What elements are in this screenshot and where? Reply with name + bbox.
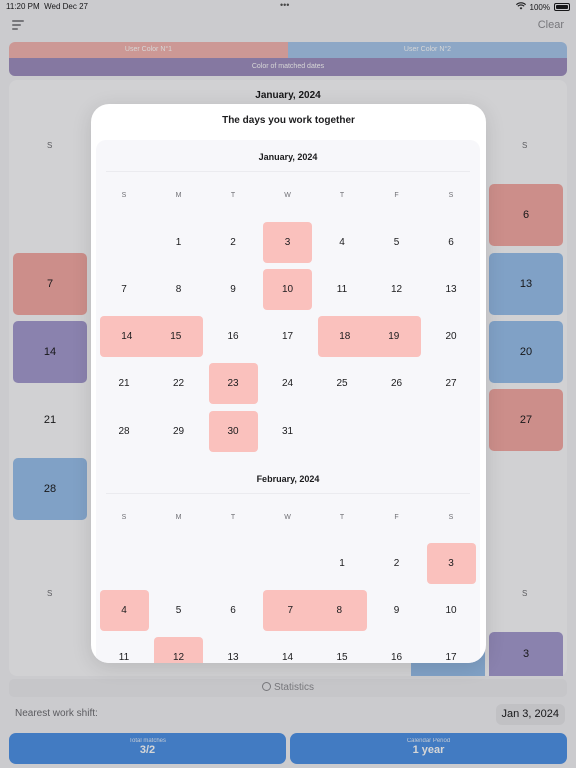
weekday-label: T <box>339 192 345 199</box>
weekday-label: W <box>284 514 291 521</box>
matched-day[interactable]: 7 <box>263 589 318 631</box>
day[interactable]: 5 <box>372 222 421 263</box>
matched-day[interactable]: 15 <box>148 316 203 358</box>
matched-day[interactable]: 30 <box>208 410 258 452</box>
matched-day[interactable]: 8 <box>312 589 367 631</box>
day[interactable]: 16 <box>372 637 421 663</box>
weekday-label: F <box>394 514 399 521</box>
day[interactable]: 10 <box>427 590 476 631</box>
divider <box>106 493 470 494</box>
modal-calendar: January, 2024 S M T W T F S 1 2 3 4 5 6 7 8 9 10 11 12 13 14 1… <box>96 140 480 663</box>
day[interactable]: 6 <box>209 590 258 631</box>
day[interactable]: 20 <box>427 316 476 357</box>
day[interactable]: 1 <box>154 222 203 263</box>
matched-day[interactable]: 12 <box>154 637 203 663</box>
day[interactable]: 28 <box>100 411 149 452</box>
weekday-label: T <box>339 514 345 521</box>
weekday-label: S <box>121 192 127 199</box>
day[interactable]: 1 <box>318 543 367 584</box>
day[interactable]: 16 <box>209 316 258 357</box>
matched-day[interactable]: 14 <box>99 316 154 358</box>
modal-title: The days you work together <box>222 115 355 126</box>
day[interactable]: 9 <box>372 590 421 631</box>
day[interactable]: 26 <box>372 363 421 404</box>
matched-day[interactable]: 3 <box>263 221 312 263</box>
day[interactable]: 24 <box>263 363 312 404</box>
matched-day[interactable]: 18 <box>317 316 372 358</box>
weekday-label: T <box>230 192 236 199</box>
matched-day[interactable]: 10 <box>263 268 312 310</box>
weekday-label: S <box>448 514 454 521</box>
day[interactable]: 27 <box>427 363 476 404</box>
matched-day[interactable]: 3 <box>426 542 476 584</box>
day[interactable]: 25 <box>318 363 367 404</box>
matched-day[interactable]: 19 <box>366 316 421 358</box>
day[interactable]: 14 <box>263 637 312 663</box>
day[interactable]: 13 <box>209 637 258 663</box>
weekday-label: S <box>448 192 454 199</box>
day[interactable]: 2 <box>372 543 421 584</box>
matched-day[interactable]: 23 <box>208 363 258 405</box>
weekday-label: M <box>175 192 182 199</box>
divider <box>106 171 470 172</box>
weekday-label: M <box>175 514 182 521</box>
month-title: February, 2024 <box>256 474 320 484</box>
day[interactable]: 17 <box>263 316 312 357</box>
day[interactable]: 8 <box>154 269 203 310</box>
day[interactable]: 11 <box>100 637 149 663</box>
day[interactable]: 17 <box>427 637 476 663</box>
day[interactable]: 6 <box>427 222 476 263</box>
month-title: January, 2024 <box>258 152 318 162</box>
day[interactable]: 22 <box>154 363 203 404</box>
day[interactable]: 5 <box>154 590 203 631</box>
work-together-modal: The days you work together January, 2024… <box>91 104 486 663</box>
matched-day[interactable]: 4 <box>99 589 149 631</box>
day[interactable]: 7 <box>100 269 149 310</box>
weekday-label: W <box>284 192 291 199</box>
day[interactable]: 9 <box>209 269 258 310</box>
day[interactable]: 29 <box>154 411 203 452</box>
weekday-label: S <box>121 514 127 521</box>
day[interactable]: 21 <box>100 363 149 404</box>
day[interactable]: 15 <box>318 637 367 663</box>
weekday-label: T <box>230 514 236 521</box>
day[interactable]: 13 <box>427 269 476 310</box>
day[interactable]: 2 <box>209 222 258 263</box>
day[interactable]: 11 <box>318 269 367 310</box>
day[interactable]: 4 <box>318 222 367 263</box>
day[interactable]: 12 <box>372 269 421 310</box>
weekday-label: F <box>394 192 399 199</box>
day[interactable]: 31 <box>263 411 312 452</box>
